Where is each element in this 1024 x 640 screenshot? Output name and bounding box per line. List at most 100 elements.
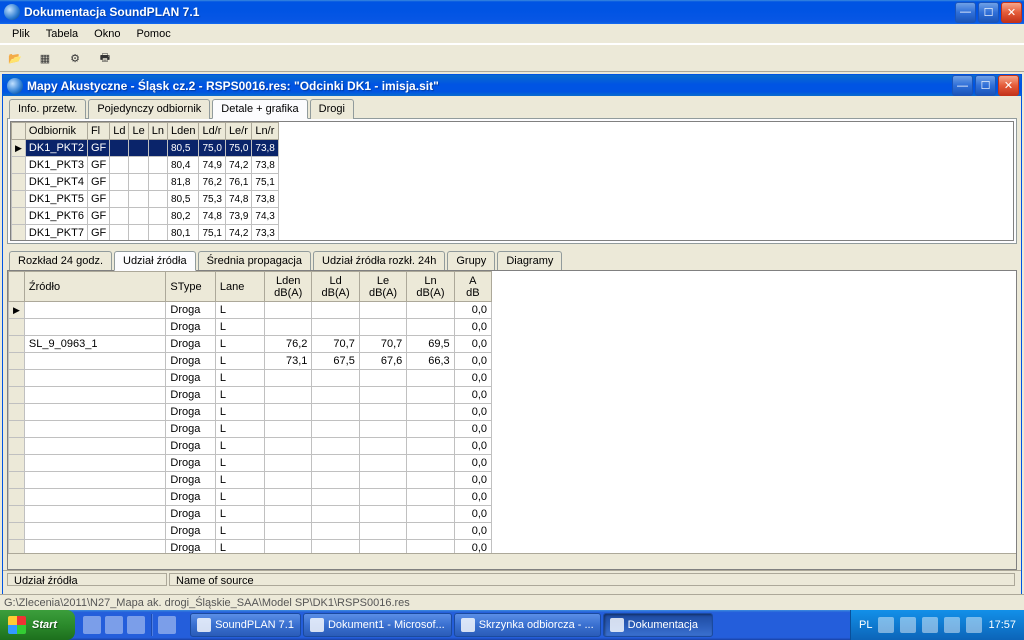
receivers-grid[interactable]: OdbiornikFlLdLeLnLdenLd/rLe/rLn/rDK1_PKT…	[10, 121, 1014, 241]
table-row[interactable]: DrogaL0,0	[9, 421, 492, 438]
table-row[interactable]: DrogaL73,167,567,666,30,0	[9, 353, 492, 370]
tray-icon[interactable]	[966, 617, 982, 633]
child-app-icon	[7, 78, 23, 94]
menu-pomoc[interactable]: Pomoc	[128, 26, 178, 42]
ql-icon[interactable]	[105, 616, 123, 634]
task-button[interactable]: Dokument1 - Microsof...	[303, 613, 452, 637]
table-row[interactable]: DrogaL0,0	[9, 370, 492, 387]
col-header[interactable]: SType	[166, 272, 215, 302]
table-row[interactable]: DrogaL0,0	[9, 438, 492, 455]
close-button[interactable]: ✕	[1001, 2, 1022, 23]
task-icon	[310, 618, 324, 632]
tab[interactable]: Detale + grafika	[212, 99, 307, 119]
col-header[interactable]: Lane	[215, 272, 264, 302]
task-button[interactable]: Dokumentacja	[603, 613, 713, 637]
tab[interactable]: Rozkład 24 godz.	[9, 251, 112, 271]
tab[interactable]: Grupy	[447, 251, 495, 271]
child-close-button[interactable]: ✕	[998, 75, 1019, 96]
status-left: Udział źródła	[7, 573, 167, 586]
tray-icon[interactable]	[900, 617, 916, 633]
tab[interactable]: Info. przetw.	[9, 99, 86, 119]
table-row[interactable]: SL_9_0963_1DrogaL76,270,770,769,50,0	[9, 336, 492, 353]
run-icon[interactable]: ⚙	[66, 49, 84, 67]
menu-tabela[interactable]: Tabela	[38, 26, 86, 42]
table-row[interactable]: DrogaL0,0	[9, 404, 492, 421]
task-label: SoundPLAN 7.1	[215, 619, 294, 631]
col-header[interactable]: Ln/r	[252, 123, 278, 140]
table-row[interactable]: DrogaL0,0	[9, 523, 492, 540]
tab[interactable]: Drogi	[310, 99, 354, 119]
col-header[interactable]: Le/r	[225, 123, 251, 140]
child-statusbar: Udział źródła Name of source	[3, 570, 1021, 588]
task-button[interactable]: Skrzynka odbiorcza - ...	[454, 613, 601, 637]
tab[interactable]: Udział źródła	[114, 251, 196, 271]
col-header[interactable]: LedB(A)	[359, 272, 406, 302]
table-row[interactable]: DrogaL0,0	[9, 319, 492, 336]
table-row[interactable]: DK1_PKT6GF80,274,873,974,3	[12, 208, 279, 225]
print-icon[interactable]: 🖶	[96, 49, 114, 67]
tray-clock[interactable]: 17:57	[988, 619, 1016, 631]
tab[interactable]: Diagramy	[497, 251, 562, 271]
tab[interactable]: Udział źródła rozkł. 24h	[313, 251, 445, 271]
tray-icon[interactable]	[878, 617, 894, 633]
col-header[interactable]: Ld	[110, 123, 129, 140]
taskbar: Start SoundPLAN 7.1 Dokument1 - Microsof.…	[0, 610, 1024, 640]
ql-icon[interactable]	[83, 616, 101, 634]
quick-launch	[75, 614, 184, 636]
tab[interactable]: Pojedynczy odbiornik	[88, 99, 210, 119]
tray-lang[interactable]: PL	[859, 619, 872, 631]
child-maximize-button[interactable]: ☐	[975, 75, 996, 96]
table-row[interactable]: DK1_PKT3GF80,474,974,273,8	[12, 157, 279, 174]
menubar: PlikTabelaOknoPomoc	[0, 24, 1024, 44]
tray-icon[interactable]	[944, 617, 960, 633]
task-buttons: SoundPLAN 7.1 Dokument1 - Microsof... Skrz…	[184, 613, 850, 637]
table-row[interactable]: DrogaL0,0	[9, 489, 492, 506]
toolbar: 📂 ▦ ⚙ 🖶	[0, 44, 1024, 72]
ql-icon[interactable]	[127, 616, 145, 634]
task-icon	[461, 618, 475, 632]
table-icon[interactable]: ▦	[36, 49, 54, 67]
col-header[interactable]: Źródło	[24, 272, 165, 302]
col-header[interactable]: Ld/r	[199, 123, 225, 140]
table-row[interactable]: DK1_PKT4GF81,876,276,175,1	[12, 174, 279, 191]
col-header[interactable]: AdB	[454, 272, 491, 302]
app-title: Dokumentacja SoundPLAN 7.1	[24, 5, 955, 19]
windows-logo-icon	[8, 616, 26, 634]
table-row[interactable]: DrogaL0,0	[9, 455, 492, 472]
top-tabs: Info. przetw.Pojedynczy odbiornikDetale …	[3, 96, 1021, 118]
task-button[interactable]: SoundPLAN 7.1	[190, 613, 301, 637]
col-header[interactable]: Ln	[148, 123, 167, 140]
minimize-button[interactable]: —	[955, 2, 976, 23]
col-header[interactable]: Fl	[87, 123, 109, 140]
ql-icon[interactable]	[158, 616, 176, 634]
table-row[interactable]: DrogaL0,0	[9, 472, 492, 489]
col-header[interactable]: Le	[129, 123, 148, 140]
table-row[interactable]: DK1_PKT7GF80,175,174,273,3	[12, 225, 279, 242]
menu-okno[interactable]: Okno	[86, 26, 128, 42]
task-label: Skrzynka odbiorcza - ...	[479, 619, 594, 631]
col-header[interactable]: LndB(A)	[407, 272, 454, 302]
horizontal-scrollbar[interactable]	[8, 553, 1016, 569]
child-title: Mapy Akustyczne - Śląsk cz.2 - RSPS0016.…	[27, 79, 952, 93]
task-icon	[610, 618, 624, 632]
tray-icon[interactable]	[922, 617, 938, 633]
col-header[interactable]: Odbiornik	[25, 123, 87, 140]
table-row[interactable]: DrogaL0,0	[9, 302, 492, 319]
open-icon[interactable]: 📂	[6, 49, 24, 67]
col-header[interactable]: LdendB(A)	[264, 272, 311, 302]
tab[interactable]: Średnia propagacja	[198, 251, 311, 271]
col-header[interactable]: LddB(A)	[312, 272, 359, 302]
sources-grid[interactable]: ŹródłoSTypeLaneLdendB(A)LddB(A)LedB(A)Ln…	[7, 270, 1017, 570]
task-label: Dokument1 - Microsof...	[328, 619, 445, 631]
child-minimize-button[interactable]: —	[952, 75, 973, 96]
table-row[interactable]: DrogaL0,0	[9, 387, 492, 404]
menu-plik[interactable]: Plik	[4, 26, 38, 42]
col-header[interactable]: Lden	[167, 123, 198, 140]
maximize-button[interactable]: ☐	[978, 2, 999, 23]
app-icon	[4, 4, 20, 20]
table-row[interactable]: DrogaL0,0	[9, 506, 492, 523]
table-row[interactable]: DK1_PKT5GF80,575,374,873,8	[12, 191, 279, 208]
table-row[interactable]: DK1_PKT2GF80,575,075,073,8	[12, 140, 279, 157]
start-button[interactable]: Start	[0, 610, 75, 640]
task-icon	[197, 618, 211, 632]
